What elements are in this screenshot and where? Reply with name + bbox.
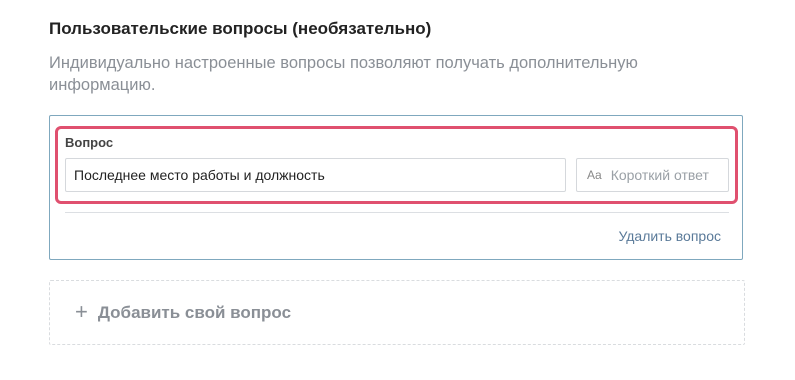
question-label: Вопрос xyxy=(65,135,114,150)
divider xyxy=(65,212,729,213)
plus-icon: + xyxy=(75,298,88,324)
add-question-button[interactable]: + Добавить свой вопрос xyxy=(49,280,745,345)
delete-question-link[interactable]: Удалить вопрос xyxy=(618,228,721,244)
add-question-label: Добавить свой вопрос xyxy=(97,302,292,322)
answer-type-select[interactable]: Aa Короткий ответ xyxy=(576,158,729,192)
answer-type-label: Короткий ответ xyxy=(610,167,709,183)
question-input[interactable] xyxy=(65,158,566,192)
section-title: Пользовательские вопросы (необязательно) xyxy=(49,19,432,38)
text-format-icon: Aa xyxy=(587,168,602,182)
section-description: Индивидуально настроенные вопросы позвол… xyxy=(49,54,638,94)
